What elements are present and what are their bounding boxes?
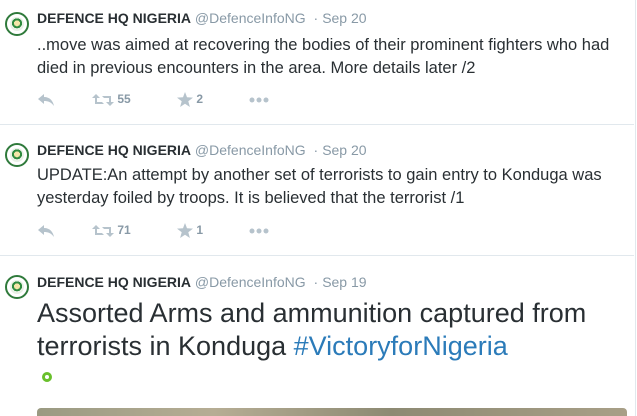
author-name[interactable]: DEFENCE HQ NIGERIA [37,142,191,158]
tweet-date[interactable]: Sep 20 [322,10,366,26]
favorite-count: 2 [196,92,204,106]
star-icon [177,92,193,108]
tweet-photo[interactable] [37,408,627,416]
reply-button[interactable] [37,223,55,238]
separator: · [313,274,319,290]
favorite-button[interactable]: 2 [177,92,204,108]
tweet-header: DEFENCE HQ NIGERIA @DefenceInfoNG · Sep 2… [37,142,367,158]
retweet-icon [92,93,114,106]
tweet-header: DEFENCE HQ NIGERIA @DefenceInfoNG · Sep 2… [37,10,367,26]
retweet-count: 71 [117,223,131,237]
favorite-button[interactable]: 1 [177,223,204,239]
avatar[interactable] [5,12,29,36]
star-icon [177,223,193,239]
avatar[interactable] [5,275,29,299]
tweet-text: Assorted Arms and ammunition captured fr… [37,297,629,363]
author-handle[interactable]: @DefenceInfoNG [195,274,306,290]
tweet-text: ..move was aimed at recovering the bodie… [37,36,610,77]
separator: · [313,142,319,158]
tweet-text: UPDATE:An attempt by another set of terr… [37,166,602,207]
retweet-button[interactable]: 71 [92,223,131,238]
tweet-date[interactable]: Sep 19 [322,274,366,290]
reply-icon [38,93,54,106]
retweet-count: 55 [117,92,131,106]
author-handle[interactable]: @DefenceInfoNG [195,10,306,26]
photo-icon[interactable] [42,372,52,382]
tweet-date[interactable]: Sep 20 [322,142,366,158]
favorite-count: 1 [196,223,204,237]
avatar[interactable] [5,143,29,167]
more-icon [249,97,269,103]
author-name[interactable]: DEFENCE HQ NIGERIA [37,274,191,290]
timeline-border [635,0,636,416]
more-button[interactable] [249,223,269,237]
more-icon [249,228,269,234]
reply-button[interactable] [37,92,55,107]
hashtag-link[interactable]: #VictoryforNigeria [294,331,508,361]
tweet[interactable]: DEFENCE HQ NIGERIA @DefenceInfoNG · Sep 2… [0,0,634,125]
tweet[interactable]: DEFENCE HQ NIGERIA @DefenceInfoNG · Sep 2… [0,125,634,256]
reply-icon [38,224,54,237]
author-handle[interactable]: @DefenceInfoNG [195,142,306,158]
retweet-button[interactable]: 55 [92,92,131,107]
separator: · [313,10,319,26]
more-button[interactable] [249,92,269,106]
retweet-icon [92,224,114,237]
tweet-header: DEFENCE HQ NIGERIA @DefenceInfoNG · Sep 1… [37,274,367,290]
author-name[interactable]: DEFENCE HQ NIGERIA [37,10,191,26]
